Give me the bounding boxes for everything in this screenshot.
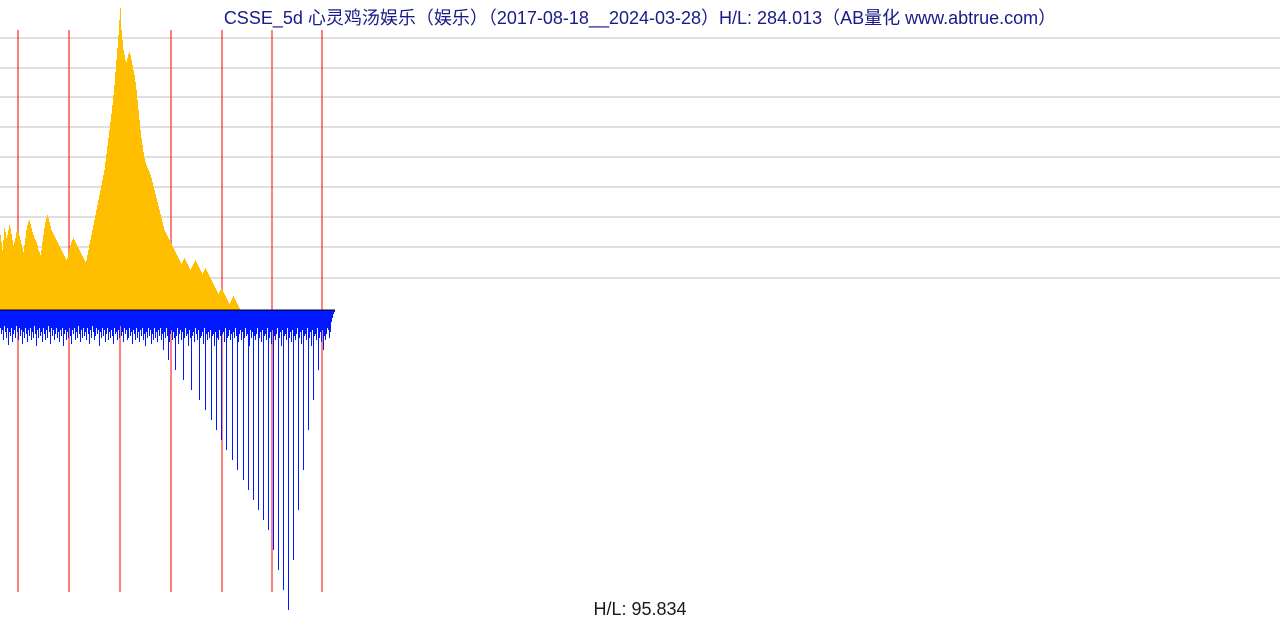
- chart-canvas: [0, 0, 1280, 620]
- chart-footer-label: H/L: 95.834: [0, 599, 1280, 620]
